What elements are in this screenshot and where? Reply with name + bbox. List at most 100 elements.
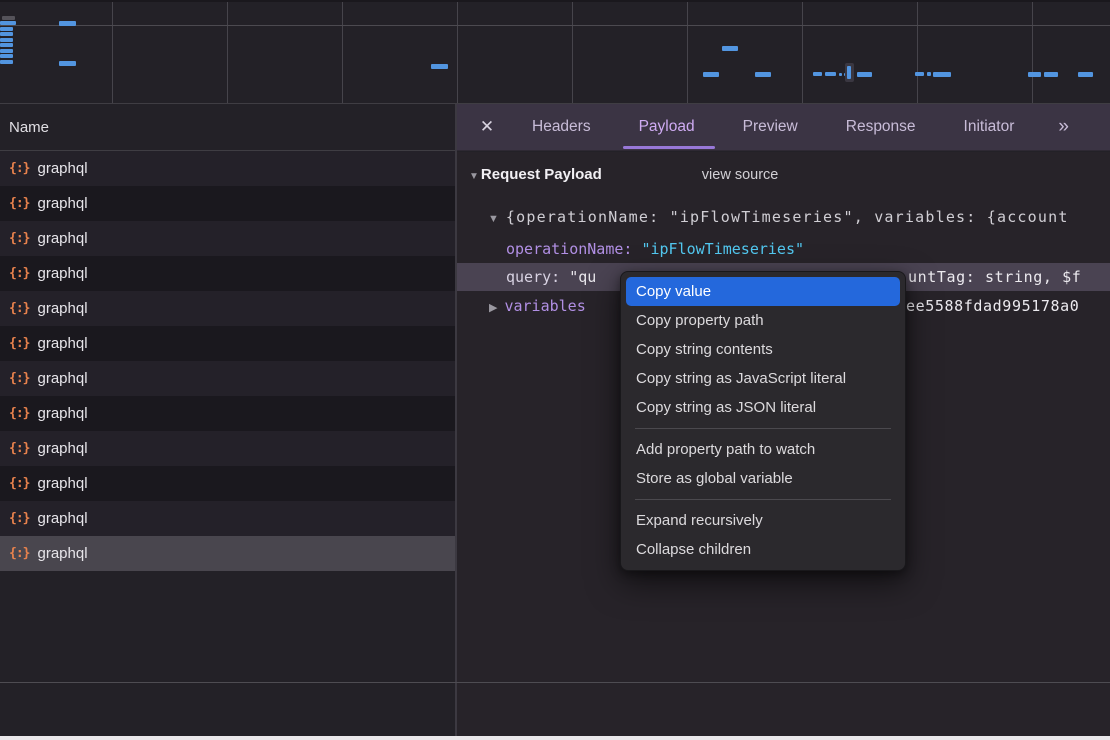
request-row-graphql[interactable]: {:} graphql (0, 431, 455, 466)
waterfall-request-bar (755, 72, 771, 77)
waterfall-request-bar (0, 38, 13, 42)
tree-root-row[interactable]: ▼ {operationName: "ipFlowTimeseries", var… (488, 208, 1069, 226)
waterfall-marker-bar (847, 66, 851, 79)
waterfall-request-bar (431, 64, 448, 69)
waterfall-request-bar (59, 21, 76, 26)
waterfall-selected-marker (845, 63, 854, 82)
request-row-graphql[interactable]: {:}graphql (0, 361, 455, 396)
waterfall-gridline (227, 2, 228, 103)
menu-item-collapse-children[interactable]: Collapse children (621, 535, 905, 564)
request-name: graphql (37, 265, 87, 282)
request-name: graphql (37, 405, 87, 422)
property-key: variables (504, 297, 585, 315)
menu-item-add-property-path-to-watch[interactable]: Add property path to watch (621, 435, 905, 464)
waterfall-gridline (572, 2, 573, 103)
request-name: graphql (37, 440, 87, 457)
tree-row-operationName[interactable]: operationName: "ipFlowTimeseries" (506, 240, 804, 258)
name-column-header[interactable]: Name (0, 104, 455, 151)
view-source-link[interactable]: view source (702, 167, 779, 183)
request-name: graphql (37, 370, 87, 387)
waterfall-request-bar (0, 43, 13, 47)
more-tabs-icon[interactable]: » (1058, 116, 1069, 138)
waterfall-gridline (1032, 2, 1033, 103)
request-name: graphql (37, 475, 87, 492)
request-name: graphql (37, 160, 87, 177)
close-icon[interactable]: ✕ (478, 117, 496, 137)
json-braces-icon: {:} (9, 476, 29, 491)
menu-separator (635, 428, 891, 429)
menu-item-copy-string-as-javascript-literal[interactable]: Copy string as JavaScript literal (621, 364, 905, 393)
tab-initiator[interactable]: Initiator (964, 104, 1015, 150)
request-row-graphql[interactable]: {:} graphql (0, 466, 455, 501)
tab-response[interactable]: Response (846, 104, 916, 150)
json-braces-icon: {:} (9, 301, 29, 316)
menu-item-copy-value[interactable]: Copy value (626, 277, 900, 306)
waterfall-request-bar (1078, 72, 1093, 77)
property-value-start: "qu (569, 268, 596, 286)
tab-payload[interactable]: Payload (639, 104, 695, 150)
network-overview-waterfall[interactable] (0, 0, 1110, 104)
window-bottom-edge (0, 736, 1110, 740)
waterfall-request-bar (0, 32, 13, 36)
request-row-graphql[interactable]: {:} graphql (0, 151, 455, 186)
json-braces-icon: {:} (9, 441, 29, 456)
waterfall-gridline (917, 2, 918, 103)
waterfall-request-bar (59, 61, 76, 66)
request-name: graphql (37, 545, 87, 562)
detail-tabbar: ✕ Headers Payload Preview Response Initiator… (457, 104, 1110, 151)
section-title: Request Payload (481, 166, 602, 183)
waterfall-gridline (457, 2, 458, 103)
expand-triangle-icon[interactable]: ▶ (489, 302, 497, 314)
menu-item-copy-string-as-json-literal[interactable]: Copy string as JSON literal (621, 393, 905, 422)
menu-item-expand-recursively[interactable]: Expand recursively (621, 506, 905, 535)
request-row-graphql[interactable]: {:} graphql (0, 256, 455, 291)
request-list: {:} graphql {:} graphql {:} graphql {:} graphql… (0, 151, 455, 682)
waterfall-request-bar (813, 72, 822, 76)
expand-triangle-icon[interactable]: ▼ (488, 213, 499, 225)
waterfall-request-bar (0, 27, 13, 31)
json-braces-icon: {:} (9, 406, 29, 421)
request-name: graphql (37, 510, 87, 527)
waterfall-gridline (112, 2, 113, 103)
context-menu: Copy valueCopy property pathCopy string … (620, 271, 906, 571)
waterfall-row-divider (0, 25, 1110, 26)
menu-separator (635, 499, 891, 500)
name-column-label: Name (9, 119, 49, 136)
waterfall-request-bar (0, 54, 13, 58)
variables-value-clipped-text: ee5588fdad995178a0 (906, 297, 1079, 315)
waterfall-gridline (802, 2, 803, 103)
waterfall-request-bar (703, 72, 719, 77)
waterfall-request-bar (915, 72, 924, 76)
waterfall-request-bar (933, 72, 951, 77)
request-row-graphql[interactable]: {:}graphql (0, 501, 455, 536)
detail-tabs: Headers Payload Preview Response Initiator (532, 104, 1014, 150)
waterfall-gridline (342, 2, 343, 103)
waterfall-request-bar (0, 21, 16, 25)
json-braces-icon: {:} (9, 546, 29, 561)
waterfall-request-bar (857, 72, 872, 77)
request-row-graphql[interactable]: {:} graphql (0, 536, 455, 571)
json-braces-icon: {:} (9, 266, 29, 281)
detail-pane-footer (457, 683, 1110, 736)
section-collapse-icon[interactable]: ▼ (469, 171, 479, 182)
request-name: graphql (37, 230, 87, 247)
json-braces-icon: {:} (9, 231, 29, 246)
waterfall-request-bar (0, 60, 13, 64)
tree-root-preview: {operationName: "ipFlowTimeseries", vari… (506, 208, 1069, 226)
request-payload-section-header: ▼ Request Payload view source (469, 166, 778, 183)
request-row-graphql[interactable]: {:}graphql (0, 326, 455, 361)
waterfall-request-bar (825, 72, 836, 76)
menu-item-copy-property-path[interactable]: Copy property path (621, 306, 905, 335)
request-row-graphql[interactable]: {:}graphql (0, 186, 455, 221)
tab-preview[interactable]: Preview (743, 104, 798, 150)
request-name: graphql (37, 300, 87, 317)
menu-item-store-as-global-variable[interactable]: Store as global variable (621, 464, 905, 493)
json-braces-icon: {:} (9, 161, 29, 176)
waterfall-request-bar (1028, 72, 1041, 77)
request-row-graphql[interactable]: {:} graphql (0, 221, 455, 256)
menu-item-copy-string-contents[interactable]: Copy string contents (621, 335, 905, 364)
request-row-graphql[interactable]: {:} graphql (0, 396, 455, 431)
request-row-graphql[interactable]: {:} graphql (0, 291, 455, 326)
tab-headers[interactable]: Headers (532, 104, 591, 150)
waterfall-request-bar (0, 49, 13, 53)
